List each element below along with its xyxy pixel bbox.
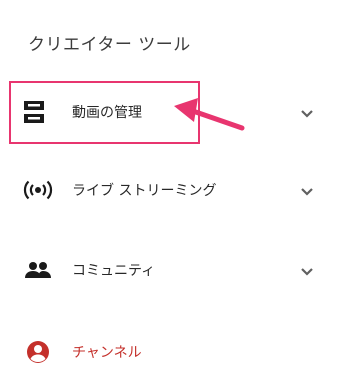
- sidebar-item-live-streaming[interactable]: ライブ ストリーミング: [0, 170, 340, 210]
- account-circle-icon: [22, 340, 54, 364]
- people-icon: [22, 258, 54, 282]
- sidebar-item-label: コミュニティ: [72, 263, 156, 279]
- sidebar-item-label: チャンネル: [72, 345, 142, 361]
- sidebar-item-label: ライブ ストリーミング: [72, 183, 217, 199]
- sidebar-item-community[interactable]: コミュニティ: [0, 250, 340, 290]
- section-title: クリエイター ツール: [28, 35, 191, 55]
- live-broadcast-icon: [22, 178, 54, 202]
- chevron-down-icon[interactable]: [298, 182, 316, 200]
- sidebar-item-channel[interactable]: チャンネル: [0, 332, 340, 372]
- chevron-down-icon[interactable]: [298, 262, 316, 280]
- pointer-arrow-annotation: [168, 96, 248, 136]
- chevron-down-icon[interactable]: [298, 104, 316, 122]
